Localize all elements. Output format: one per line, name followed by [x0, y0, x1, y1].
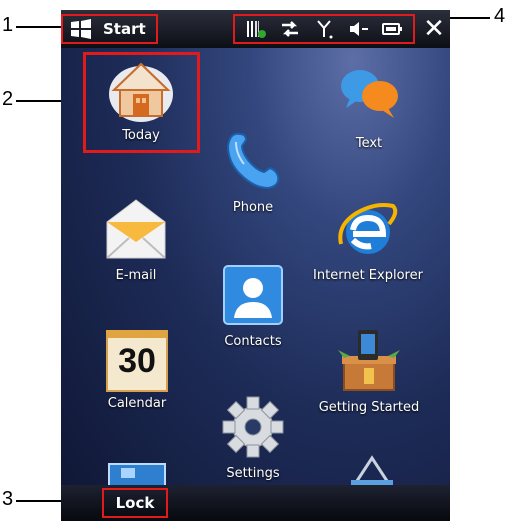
gear-icon	[222, 396, 284, 458]
today-label: Today	[122, 128, 160, 143]
house-icon	[109, 62, 173, 122]
chat-bubbles-icon	[341, 70, 398, 118]
speaker-muted-icon[interactable]	[347, 19, 369, 39]
close-button[interactable]: ✕	[422, 15, 446, 43]
pictures-icon-partial[interactable]	[107, 460, 167, 486]
internet-explorer-label: Internet Explorer	[313, 268, 423, 283]
callout-2: 2	[2, 88, 14, 110]
today-tile[interactable]: Today	[81, 56, 201, 143]
start-button[interactable]: Start	[61, 14, 158, 44]
envelope-icon	[106, 199, 166, 259]
email-label: E-mail	[115, 268, 157, 283]
text-tile[interactable]: Text	[309, 64, 429, 151]
callout-1-line	[16, 26, 61, 28]
getting-started-label: Getting Started	[318, 400, 420, 415]
bottom-softkey-bar: Lock	[61, 485, 450, 521]
contacts-tile[interactable]: Contacts	[193, 262, 313, 349]
getting-started-tile[interactable]: Getting Started	[309, 328, 429, 415]
phone-label: Phone	[232, 200, 274, 215]
status-icons-area[interactable]	[233, 14, 415, 44]
calendar-tile[interactable]: 30 Calendar	[77, 328, 197, 411]
settings-tile[interactable]: Settings	[193, 394, 313, 481]
antenna-icon[interactable]	[313, 19, 335, 39]
callout-3: 3	[2, 488, 14, 510]
lock-button[interactable]: Lock	[102, 488, 168, 518]
windows-logo-icon	[71, 19, 91, 39]
signal-bars-icon[interactable]	[245, 19, 267, 39]
email-tile[interactable]: E-mail	[76, 196, 196, 283]
text-label: Text	[355, 136, 383, 151]
top-taskbar: Start ✕	[61, 10, 450, 48]
data-connection-icon[interactable]	[279, 19, 301, 39]
contact-card-icon	[223, 265, 283, 325]
start-label: Start	[103, 20, 146, 38]
internet-explorer-tile[interactable]: Internet Explorer	[308, 196, 428, 283]
battery-icon[interactable]	[381, 19, 403, 39]
callout-1: 1	[2, 14, 14, 36]
calendar-date: 30	[118, 342, 156, 380]
calendar-icon: 30	[104, 328, 170, 394]
phone-handset-icon	[226, 132, 280, 190]
scale-icon-partial[interactable]	[347, 454, 397, 486]
phone-tile[interactable]: Phone	[193, 128, 313, 215]
internet-explorer-icon	[338, 203, 398, 254]
contacts-label: Contacts	[224, 334, 282, 349]
calendar-label: Calendar	[107, 396, 167, 411]
callout-4: 4	[494, 5, 506, 27]
gift-box-icon	[338, 330, 400, 391]
settings-label: Settings	[226, 466, 280, 481]
phone-screen: Start ✕ Today Text Phone E-mail Internet…	[61, 10, 450, 521]
